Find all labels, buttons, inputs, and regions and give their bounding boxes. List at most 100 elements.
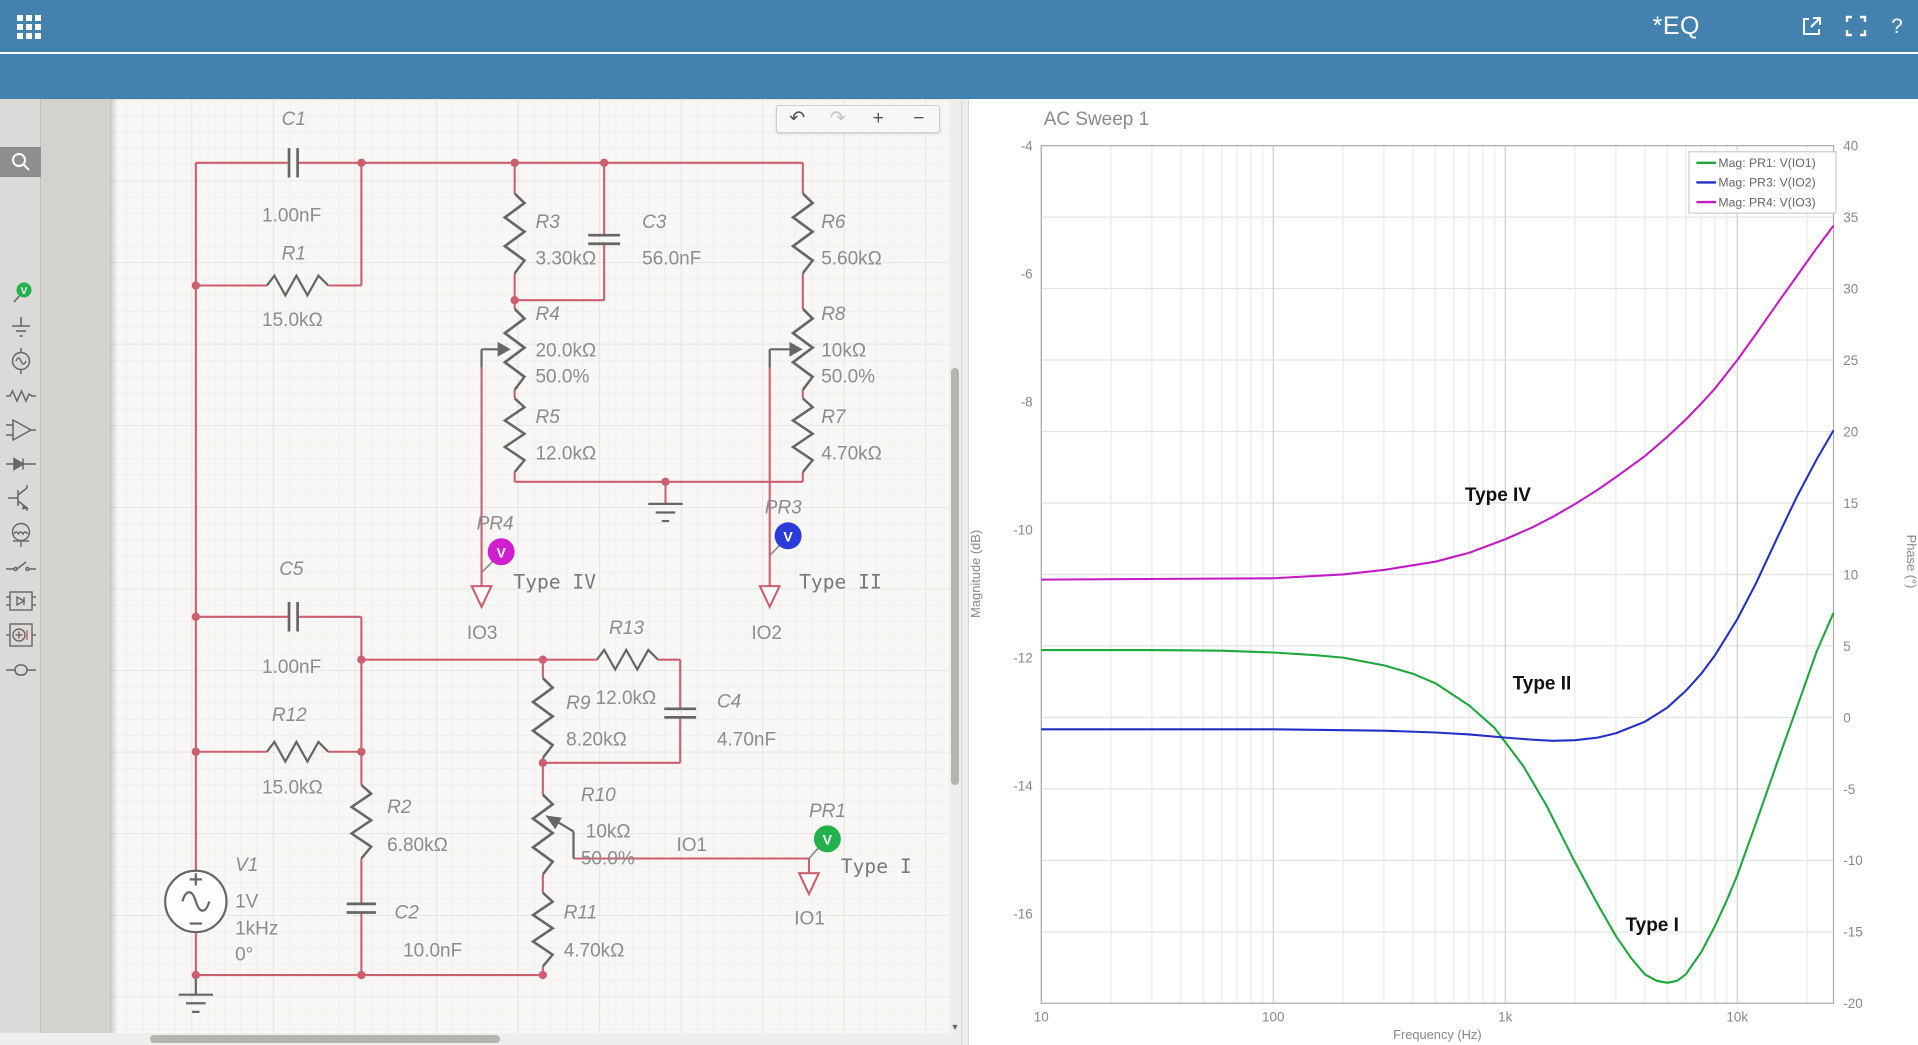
probe-PR3[interactable]: V (775, 522, 802, 549)
x-tick: 10 (1034, 1010, 1049, 1025)
tool-switch[interactable] (0, 552, 41, 582)
y-left-tick: -10 (1013, 523, 1032, 538)
schematic-label: 50.0% (536, 366, 590, 387)
schematic-label: 1.00nF (262, 657, 321, 678)
tool-search[interactable] (0, 147, 41, 177)
legend-entry: Mag: PR3: V(IO2) (1718, 176, 1815, 190)
y-left-tick: -12 (1013, 651, 1032, 666)
schematic-label: 20.0kΩ (536, 341, 597, 362)
svg-text:V: V (20, 286, 27, 297)
y-left-tick: -4 (1021, 139, 1033, 154)
help-icon[interactable]: ? (1884, 14, 1910, 40)
component-sidebar: V (0, 99, 41, 1045)
tool-voltage-probe[interactable]: V (0, 278, 41, 308)
y-right-tick: 10 (1843, 567, 1858, 582)
grapher-panel: AC Sweep 1-4-6-8-10-12-14-16403530252015… (969, 99, 1918, 1045)
open-in-new-icon[interactable] (1800, 14, 1826, 40)
fullscreen-icon[interactable] (1844, 14, 1870, 40)
y-right-tick: -10 (1843, 853, 1862, 868)
component-V1-ac-source[interactable] (165, 871, 226, 932)
schematic-label: 1.00nF (262, 206, 321, 227)
schematic-label: IO1 (794, 909, 825, 930)
y-right-tick: 40 (1843, 139, 1858, 154)
schematic-label: 4.70kΩ (564, 941, 625, 962)
undo-icon[interactable]: ↶ (777, 106, 818, 132)
schematic-label: C1 (282, 109, 306, 130)
schematic-label: R13 (609, 618, 644, 639)
schematic-label: R10 (581, 785, 616, 806)
schematic-label: 15.0kΩ (262, 777, 323, 798)
y-right-tick: 15 (1843, 496, 1858, 511)
plot-annotation: Type IV (1465, 485, 1531, 506)
y-right-tick: -15 (1843, 925, 1862, 940)
vertical-scrollbar-thumb[interactable] (951, 368, 959, 785)
schematic-label: 10.0nF (403, 941, 462, 962)
y-right-tick: 30 (1843, 281, 1858, 296)
schematic-label: R5 (536, 407, 561, 428)
y-right-tick: 5 (1843, 639, 1850, 654)
probe-PR1[interactable]: V (814, 825, 841, 852)
tool-ac-source[interactable] (0, 346, 41, 376)
x-tick: 10k (1726, 1010, 1748, 1025)
tool-diode[interactable] (0, 449, 41, 479)
schematic-label: C2 (394, 903, 419, 924)
x-tick: 100 (1262, 1010, 1284, 1025)
y-left-axis-title: Magnitude (dB) (969, 530, 983, 618)
y-right-axis-title: Phase (°) (1904, 535, 1918, 589)
sim-toolbar: AC Sweep▼ Schematic Grapher Spli (0, 54, 1918, 99)
schematic-label: R8 (821, 304, 846, 325)
schematic-label: 0° (235, 944, 253, 965)
content-area: V (0, 99, 1918, 1045)
multisim-live-app: *EQ ? AC Sweep▼ (0, 0, 1918, 1045)
schematic-label: IO1 (677, 835, 708, 856)
ac-sweep-plot: AC Sweep 1-4-6-8-10-12-14-16403530252015… (969, 99, 1918, 1045)
document-title: *EQ (0, 0, 1700, 52)
y-right-tick: -5 (1843, 782, 1855, 797)
scroll-down-arrow[interactable]: ▼ (949, 1021, 961, 1033)
tool-lamp[interactable] (0, 519, 41, 549)
schematic-label: PR1 (809, 801, 846, 822)
x-tick: 1k (1498, 1010, 1512, 1025)
schematic-label: R12 (272, 705, 307, 726)
schematic-label: R11 (564, 903, 597, 924)
schematic-label: Type I (841, 855, 912, 878)
probe-PR4[interactable]: V (488, 538, 515, 565)
y-left-tick: -8 (1021, 395, 1033, 410)
y-right-tick: 35 (1843, 210, 1858, 225)
zoom-in-icon[interactable]: + (858, 106, 899, 132)
schematic-canvas[interactable]: V V V C11.00nFR115.0kΩR33.3 (110, 99, 961, 1045)
schematic-label: V1 (235, 855, 258, 876)
zoom-out-icon[interactable]: − (899, 106, 940, 132)
schematic-label: PR3 (765, 498, 802, 519)
schematic-label: Type IV (513, 571, 596, 594)
tool-ground[interactable] (0, 312, 41, 342)
schematic-label: 8.20kΩ (566, 730, 627, 751)
plot-annotation: Type I (1626, 915, 1679, 936)
schematic-label: 12.0kΩ (536, 444, 597, 465)
schematic-label: 15.0kΩ (262, 310, 323, 331)
panel-divider[interactable] (961, 99, 969, 1045)
vertical-scrollbar[interactable] (949, 99, 961, 1033)
schematic-label: IO3 (467, 623, 498, 644)
x-axis-title: Frequency (Hz) (1393, 1027, 1482, 1042)
plot-annotation: Type II (1513, 674, 1572, 695)
tool-rectifier-ic[interactable] (0, 586, 41, 616)
tool-connector[interactable] (0, 655, 41, 685)
schematic-label: C3 (642, 212, 667, 233)
schematic-label: 56.0nF (642, 249, 701, 270)
legend-entry: Mag: PR4: V(IO3) (1718, 195, 1815, 209)
schematic-label: 50.0% (581, 849, 635, 870)
horizontal-scrollbar[interactable] (0, 1033, 961, 1045)
schematic-label: R6 (821, 212, 846, 233)
schematic-label: R4 (536, 304, 560, 325)
tool-transistor[interactable] (0, 483, 41, 513)
legend-entry: Mag: PR1: V(IO1) (1718, 156, 1815, 170)
y-right-tick: 0 (1843, 710, 1850, 725)
tool-source-ic[interactable] (0, 620, 41, 650)
schematic-label: 4.70kΩ (821, 444, 882, 465)
tool-resistor[interactable] (0, 381, 41, 411)
tool-opamp[interactable] (0, 415, 41, 445)
redo-icon[interactable]: ↷ (818, 106, 859, 132)
schematic-label: 4.70nF (717, 730, 776, 751)
horizontal-scrollbar-thumb[interactable] (150, 1035, 500, 1043)
